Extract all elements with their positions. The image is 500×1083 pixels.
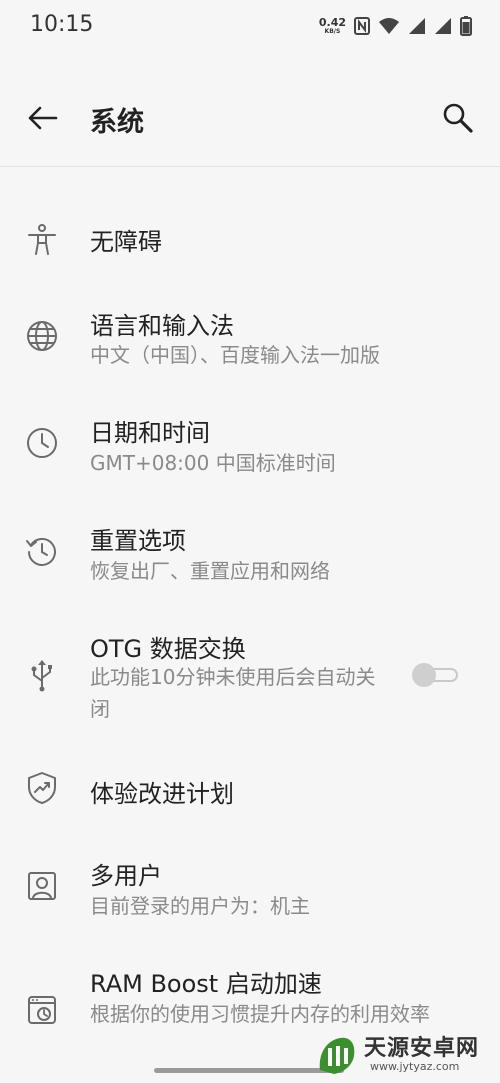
search-button[interactable]: [438, 98, 478, 138]
settings-item-title: OTG 数据交换: [90, 635, 246, 663]
settings-item-title: 无障碍: [90, 228, 162, 256]
nfc-icon: [354, 17, 370, 35]
status-time: 10:15: [30, 12, 94, 37]
settings-item-experience[interactable]: 体验改进计划: [0, 750, 500, 830]
watermark-logo: 天源安卓网 www.jytyaz.com: [306, 1026, 500, 1083]
settings-item-language[interactable]: 语言和输入法 中文（中国）、百度输入法一加版: [0, 300, 500, 390]
watermark-url: www.jytyaz.com: [370, 1060, 460, 1073]
settings-item-reset[interactable]: 重置选项 恢复出厂、重置应用和网络: [0, 515, 500, 605]
settings-item-subtitle: 目前登录的用户为：机主: [90, 894, 310, 918]
settings-item-title: 语言和输入法: [90, 312, 234, 340]
settings-item-date-time[interactable]: 日期和时间 GMT+08:00 中国标准时间: [0, 407, 500, 497]
ram-boost-icon: [28, 996, 56, 1024]
user-icon: [28, 872, 56, 900]
otg-toggle[interactable]: [412, 663, 460, 687]
net-speed-unit: KB/S: [324, 28, 341, 35]
reset-history-icon: [26, 537, 56, 566]
settings-item-subtitle: 此功能10分钟未使用后会自动关闭: [90, 665, 376, 721]
settings-item-title: 多用户: [90, 862, 162, 890]
app-header: 系统: [0, 70, 500, 167]
status-bar: 10:15 0.42 KB/S: [0, 0, 500, 50]
status-icons: 0.42 KB/S: [319, 14, 472, 38]
signal-icon: [409, 18, 425, 34]
net-speed-value: 0.42: [318, 16, 346, 29]
settings-item-title: 日期和时间: [90, 419, 210, 447]
settings-item-title: 重置选项: [90, 527, 186, 555]
watermark-text: 天源安卓网: [364, 1036, 480, 1061]
settings-item-multi-user[interactable]: 多用户 目前登录的用户为：机主: [0, 850, 500, 940]
search-icon: [443, 103, 473, 133]
signal-icon: [435, 18, 451, 34]
net-speed: 0.42 KB/S: [319, 17, 346, 35]
settings-item-title: RAM Boost 启动加速: [90, 970, 322, 998]
toggle-thumb: [412, 663, 436, 687]
settings-item-otg[interactable]: OTG 数据交换 此功能10分钟未使用后会自动关闭: [0, 623, 500, 733]
shield-trend-icon: [28, 772, 56, 804]
arrow-left-icon: [28, 106, 58, 130]
settings-item-subtitle: GMT+08:00 中国标准时间: [90, 451, 336, 475]
clock-icon: [27, 428, 57, 458]
battery-icon: [460, 16, 472, 36]
settings-item-subtitle: 恢复出厂、重置应用和网络: [90, 559, 330, 583]
globe-icon: [27, 321, 57, 351]
accessibility-icon: [28, 224, 56, 255]
page-title: 系统: [90, 107, 144, 138]
settings-item-title: 体验改进计划: [90, 780, 234, 808]
back-button[interactable]: [22, 98, 62, 138]
wifi-icon: [379, 18, 399, 34]
settings-item-subtitle: 中文（中国）、百度输入法一加版: [90, 343, 380, 367]
android-logo-icon: [319, 1037, 355, 1074]
usb-icon: [31, 660, 52, 692]
settings-item-accessibility[interactable]: 无障碍: [0, 200, 500, 280]
